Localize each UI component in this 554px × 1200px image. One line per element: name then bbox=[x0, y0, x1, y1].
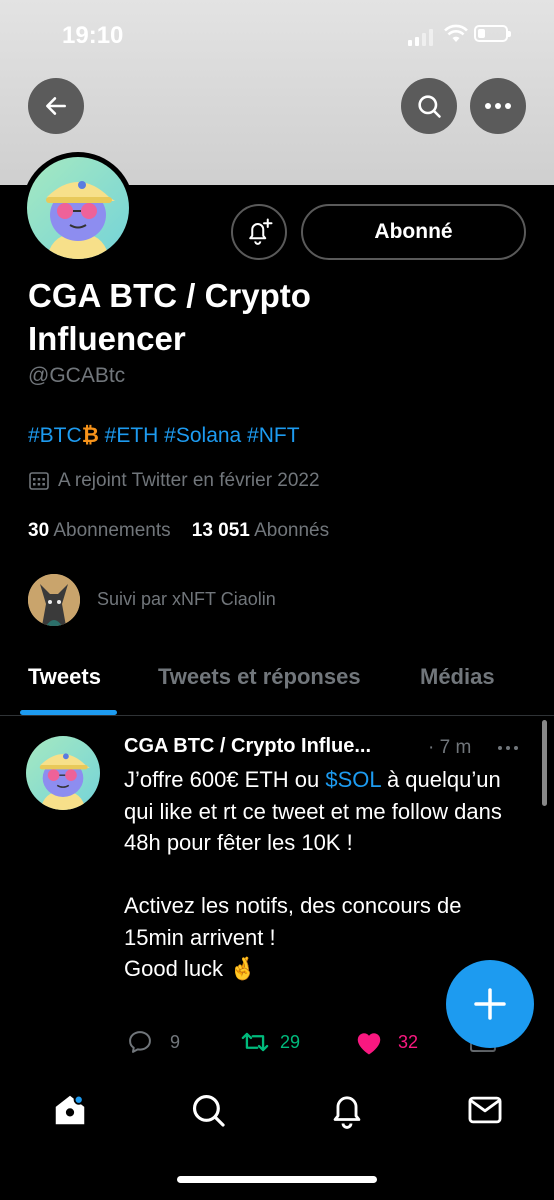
bell-plus-icon bbox=[249, 218, 273, 245]
heart-icon bbox=[357, 1033, 381, 1055]
explore-icon bbox=[192, 1094, 225, 1127]
messages-icon bbox=[468, 1096, 502, 1124]
avatar-character-icon bbox=[39, 753, 90, 810]
battery-icon bbox=[474, 25, 511, 42]
followers-label: Abonnés bbox=[254, 520, 330, 541]
nav-home[interactable] bbox=[48, 1088, 92, 1132]
tab-tweets[interactable]: Tweets bbox=[28, 664, 101, 690]
joined-text: A rejoint Twitter en février 2022 bbox=[58, 470, 320, 491]
home-icon bbox=[55, 1094, 85, 1125]
reply-icon bbox=[129, 1031, 151, 1053]
home-indicator[interactable] bbox=[177, 1176, 377, 1183]
follower-character-icon bbox=[28, 574, 80, 626]
tweet-text: J’offre 600€ ETH ou $SOL à quelqu’un qui… bbox=[124, 764, 524, 985]
like-count: 32 bbox=[398, 1031, 419, 1052]
followers-count: 13 051 bbox=[191, 520, 250, 541]
compose-plus-icon bbox=[474, 988, 506, 1020]
retweet-count: 29 bbox=[280, 1031, 301, 1052]
hashtag-btc[interactable]: #BTC bbox=[28, 424, 82, 447]
tab-media[interactable]: Médias bbox=[420, 664, 495, 690]
bitcoin-symbol: ₿ bbox=[81, 424, 99, 447]
status-bar: 19:10 bbox=[0, 0, 554, 70]
following-count: 30 bbox=[28, 520, 50, 541]
calendar-icon bbox=[29, 472, 49, 490]
following-link[interactable]: 30 Abonnements bbox=[28, 520, 171, 541]
back-button[interactable] bbox=[28, 78, 84, 134]
cashtag-sol[interactable]: $SOL bbox=[325, 767, 380, 792]
tweet-author-avatar[interactable] bbox=[26, 736, 100, 810]
search-button[interactable] bbox=[401, 78, 457, 134]
cellular-signal-icon bbox=[408, 28, 433, 46]
more-options-button[interactable] bbox=[470, 78, 526, 134]
retweet-action[interactable]: 29 bbox=[240, 1028, 300, 1056]
joined-date: A rejoint Twitter en février 2022 bbox=[28, 470, 320, 492]
compose-tweet-button[interactable] bbox=[446, 960, 534, 1048]
back-arrow-icon bbox=[46, 97, 66, 115]
tweet-text-part: à quelqu’un qui like et rt ce tweet et m… bbox=[124, 767, 502, 981]
retweet-icon bbox=[241, 1032, 269, 1052]
profile-avatar[interactable] bbox=[22, 152, 134, 264]
profile-name: CGA BTC / Crypto Influencer bbox=[28, 277, 311, 357]
follow-stats: 30 Abonnements 13 051 Abonnés bbox=[28, 520, 329, 542]
avatar-character-icon bbox=[46, 181, 115, 259]
tweet-author-name[interactable]: CGA BTC / Crypto Influe... bbox=[124, 735, 371, 758]
nav-explore[interactable] bbox=[186, 1088, 230, 1132]
tweet-text-part: J’offre 600€ ETH ou bbox=[124, 767, 326, 792]
tweet-time: · 7 m bbox=[428, 737, 472, 758]
like-action[interactable]: 32 bbox=[354, 1028, 418, 1056]
nav-notifications[interactable] bbox=[325, 1088, 369, 1132]
reply-action[interactable]: 9 bbox=[126, 1028, 180, 1056]
nav-messages[interactable] bbox=[463, 1088, 507, 1132]
tab-tweets-replies[interactable]: Tweets et réponses bbox=[158, 664, 361, 690]
reply-count: 9 bbox=[170, 1031, 181, 1052]
following-label: Abonnements bbox=[53, 520, 171, 541]
notifications-icon bbox=[333, 1096, 361, 1129]
more-icon bbox=[485, 103, 511, 109]
profile-handle: @GCABtc bbox=[28, 364, 126, 387]
notifications-toggle-button[interactable] bbox=[231, 204, 287, 260]
followed-by-text[interactable]: Suivi par xNFT Ciaolin bbox=[97, 589, 276, 610]
scrollbar[interactable] bbox=[542, 720, 547, 806]
profile-bio: #BTC₿ #ETH #Solana #NFT bbox=[28, 424, 300, 448]
following-button[interactable]: Abonné bbox=[301, 204, 526, 260]
status-time: 19:10 bbox=[62, 22, 124, 49]
search-icon bbox=[418, 95, 441, 118]
profile-tabs: Tweets Tweets et réponses Médias bbox=[0, 650, 554, 716]
follower-avatar[interactable] bbox=[28, 574, 80, 626]
active-tab-indicator bbox=[20, 710, 117, 715]
hashtags[interactable]: #ETH #Solana #NFT bbox=[99, 424, 300, 447]
tweet-more-icon[interactable] bbox=[498, 746, 518, 750]
wifi-icon bbox=[444, 24, 468, 42]
followers-link[interactable]: 13 051 Abonnés bbox=[192, 520, 329, 541]
